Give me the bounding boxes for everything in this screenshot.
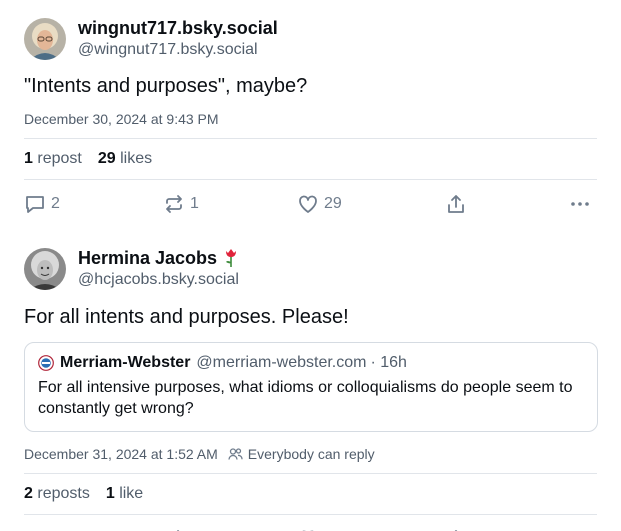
divider <box>24 138 597 139</box>
repost-count-link[interactable]: 2 reposts <box>24 485 90 503</box>
post-text: For all intents and purposes. Please! <box>24 306 349 328</box>
post-1: wingnut717.bsky.social @wingnut717.bsky.… <box>24 17 597 217</box>
avatar[interactable] <box>24 247 66 290</box>
more-options-button[interactable] <box>569 193 591 215</box>
post-author[interactable]: wingnut717.bsky.social @wingnut717.bsky.… <box>24 17 597 60</box>
display-name[interactable]: Hermina Jacobs <box>78 247 239 269</box>
post-text: "Intents and purposes", maybe? <box>24 75 308 97</box>
timestamp: December 31, 2024 at 1:52 AM Everybody c… <box>24 446 597 462</box>
reply-button[interactable]: 2 <box>24 193 60 215</box>
timestamp[interactable]: December 30, 2024 at 9:43 PM <box>24 111 597 127</box>
heart-icon <box>299 195 317 213</box>
post-author[interactable]: Hermina Jacobs @hcjacobs.bsky.social <box>24 247 597 290</box>
quoted-text: For all intensive purposes, what idioms … <box>38 379 573 417</box>
quoted-time: · 16h <box>370 354 407 371</box>
share-icon <box>448 195 464 213</box>
repost-count: 1 <box>190 195 199 212</box>
stats-row: 1 repost 29 likes <box>24 150 597 168</box>
display-name[interactable]: wingnut717.bsky.social <box>78 17 278 39</box>
repost-icon <box>166 195 182 213</box>
like-count: 29 <box>324 195 342 212</box>
divider <box>24 473 597 474</box>
repost-count-link[interactable]: 1 repost <box>24 150 82 168</box>
like-count-link[interactable]: 1 like <box>106 485 143 503</box>
reply-setting[interactable]: Everybody can reply <box>228 446 375 462</box>
avatar[interactable] <box>24 17 66 60</box>
handle[interactable]: @wingnut717.bsky.social <box>78 39 278 60</box>
stats-row: 2 reposts 1 like <box>24 485 597 503</box>
repost-button[interactable]: 1 <box>163 193 199 215</box>
people-icon <box>228 448 243 460</box>
reply-icon <box>26 196 44 213</box>
quoted-avatar[interactable] <box>38 355 54 371</box>
more-icon <box>571 202 589 206</box>
quoted-post[interactable]: Merriam-Webster @merriam-webster.com · 1… <box>24 342 598 432</box>
divider <box>24 514 597 515</box>
rose-icon <box>226 249 237 267</box>
divider <box>24 179 597 180</box>
reply-setting-label: Everybody can reply <box>247 446 375 462</box>
like-count-link[interactable]: 29 likes <box>98 150 152 168</box>
reply-count: 2 <box>51 195 60 212</box>
action-bar: 2 1 29 <box>24 193 597 217</box>
post-2: Hermina Jacobs @hcjacobs.bsky.social For… <box>24 247 598 531</box>
timestamp-text[interactable]: December 31, 2024 at 1:52 AM <box>24 446 218 462</box>
quoted-post-header: Merriam-Webster @merriam-webster.com · 1… <box>38 353 585 373</box>
like-button[interactable]: 29 <box>297 193 342 215</box>
share-button[interactable] <box>445 193 467 215</box>
quoted-handle: @merriam-webster.com <box>196 354 367 371</box>
timestamp-text: December 30, 2024 at 9:43 PM <box>24 111 219 127</box>
handle[interactable]: @hcjacobs.bsky.social <box>78 269 239 290</box>
quoted-display-name: Merriam-Webster <box>60 354 191 371</box>
